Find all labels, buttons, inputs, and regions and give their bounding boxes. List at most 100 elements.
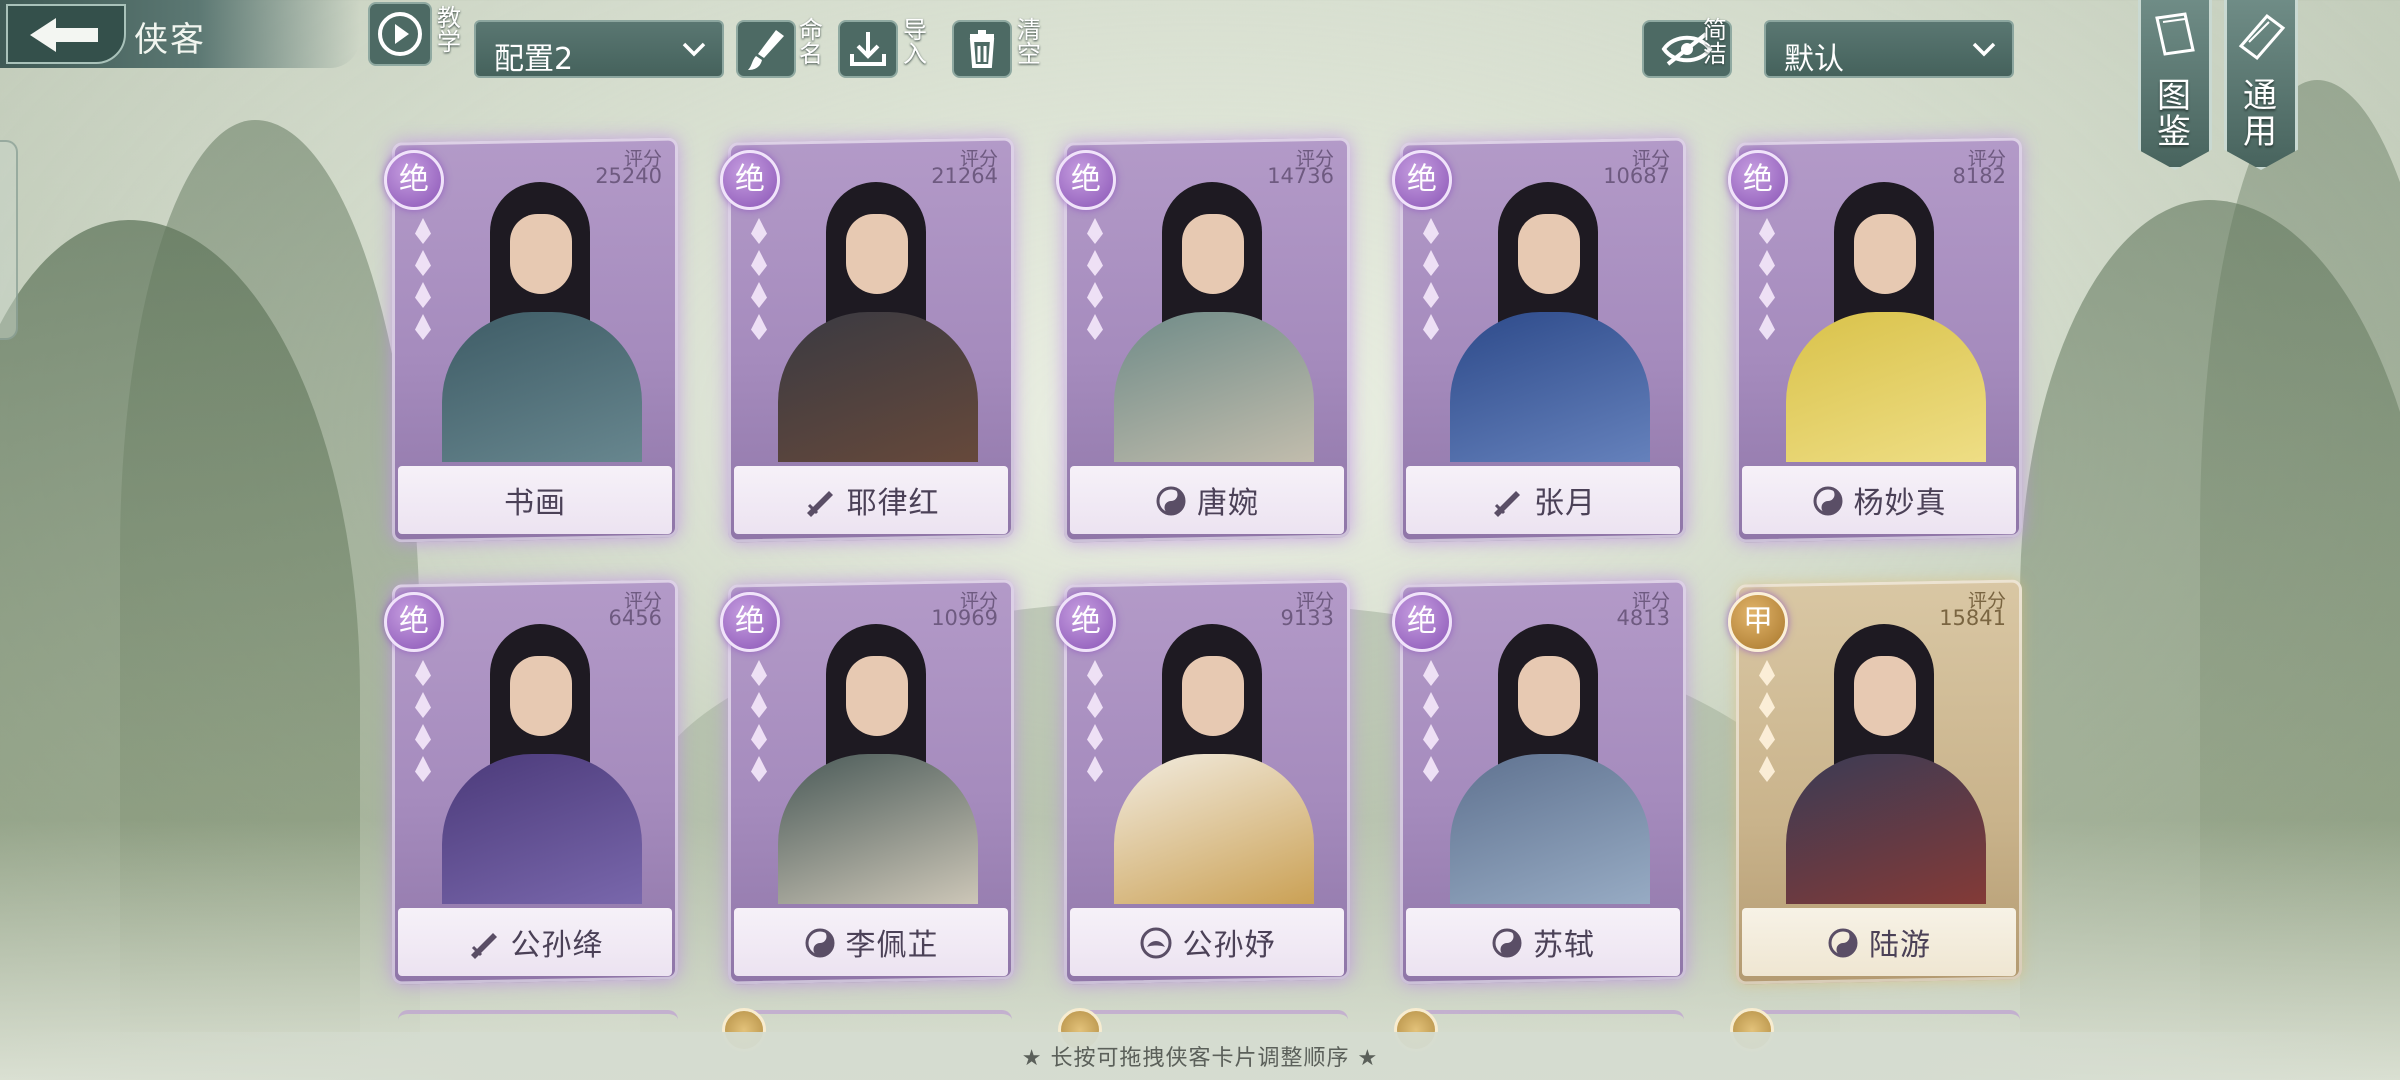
scroll-icon bbox=[2238, 13, 2286, 61]
hero-portrait bbox=[1746, 162, 2012, 462]
hero-portrait bbox=[738, 604, 1004, 904]
rank-ribbon bbox=[1418, 654, 1444, 824]
score-value: 14736 bbox=[1267, 164, 1334, 188]
sword-icon bbox=[470, 933, 497, 959]
score-value: 4813 bbox=[1616, 606, 1670, 630]
hero-name: 苏轼 bbox=[1400, 920, 1686, 964]
sword-icon bbox=[1494, 491, 1520, 517]
clear-button[interactable] bbox=[952, 20, 1012, 78]
rank-ribbon bbox=[1754, 212, 1780, 382]
lotus-icon bbox=[1140, 927, 1171, 959]
hero-card[interactable]: 绝 评分 8182 杨妙真 bbox=[1728, 137, 2022, 543]
hero-portrait bbox=[1410, 162, 1676, 462]
chevron-down-icon bbox=[682, 42, 706, 57]
drag-hint: ★ 长按可拖拽侠客卡片调整顺序 ★ bbox=[1021, 1046, 1379, 1071]
clear-label: 清空 bbox=[1017, 16, 1041, 68]
codex-tab[interactable]: 图鉴 bbox=[2138, 0, 2212, 170]
general-tab[interactable]: 通用 bbox=[2224, 0, 2298, 170]
hero-portrait bbox=[1746, 604, 2012, 904]
codex-label: 图鉴 bbox=[2157, 76, 2193, 152]
yin-yang-icon bbox=[805, 928, 834, 958]
hero-card[interactable]: 绝 评分 4813 苏轼 bbox=[1392, 579, 1686, 985]
config-select-value: 配置2 bbox=[494, 42, 574, 77]
hero-name: 陆游 bbox=[1736, 920, 2022, 964]
left-edge-handle[interactable] bbox=[0, 140, 18, 340]
download-icon bbox=[850, 32, 886, 66]
rank-badge: 绝 bbox=[384, 150, 444, 210]
yin-yang-icon bbox=[1156, 486, 1186, 516]
rank-ribbon bbox=[1418, 212, 1444, 382]
rank-ribbon bbox=[410, 654, 436, 824]
play-icon bbox=[378, 12, 422, 56]
score-value: 25240 bbox=[595, 164, 662, 188]
tutorial-label: 教学 bbox=[437, 4, 461, 56]
hero-name-text: 耶律红 bbox=[846, 486, 940, 521]
brush-icon bbox=[748, 30, 784, 70]
hero-name: 公孙妤 bbox=[1064, 920, 1350, 964]
rank-ribbon bbox=[746, 212, 772, 382]
rename-button[interactable] bbox=[736, 20, 796, 78]
simple-mode-label: 简洁 bbox=[1703, 16, 1727, 68]
score-value: 8182 bbox=[1952, 164, 2006, 188]
rank-ribbon bbox=[1082, 212, 1108, 382]
chevron-down-icon bbox=[1972, 42, 1996, 57]
hero-name: 唐婉 bbox=[1064, 478, 1350, 522]
hero-portrait bbox=[1410, 604, 1676, 904]
rank-badge: 绝 bbox=[1728, 150, 1788, 210]
score-value: 9133 bbox=[1280, 606, 1334, 630]
hero-name-text: 书画 bbox=[504, 486, 566, 521]
rank-badge: 甲 bbox=[1728, 592, 1788, 652]
hero-card[interactable]: 绝 评分 14736 唐婉 bbox=[1056, 137, 1350, 543]
hero-name: 耶律红 bbox=[728, 478, 1014, 522]
tutorial-button[interactable] bbox=[368, 2, 432, 66]
rank-ribbon bbox=[746, 654, 772, 824]
rank-badge: 绝 bbox=[720, 592, 780, 652]
hero-card[interactable]: 绝 评分 6456 公孙绛 bbox=[384, 579, 678, 985]
score-value: 15841 bbox=[1939, 606, 2006, 630]
hero-name-text: 苏轼 bbox=[1533, 928, 1595, 963]
back-arrow-icon bbox=[30, 18, 98, 52]
back-button[interactable] bbox=[6, 4, 126, 64]
hero-card[interactable]: 甲 评分 15841 陆游 bbox=[1728, 579, 2022, 985]
page-title: 侠客 bbox=[134, 20, 206, 60]
score-value: 21264 bbox=[931, 164, 998, 188]
rank-ribbon bbox=[1082, 654, 1108, 824]
hero-name-text: 张月 bbox=[1534, 486, 1596, 521]
general-label: 通用 bbox=[2243, 76, 2279, 152]
import-button[interactable] bbox=[838, 20, 898, 78]
hero-portrait bbox=[1074, 162, 1340, 462]
score-value: 10969 bbox=[931, 606, 998, 630]
rank-badge: 绝 bbox=[720, 150, 780, 210]
rank-ribbon bbox=[1754, 654, 1780, 824]
rank-badge: 绝 bbox=[1392, 592, 1452, 652]
hero-name: 杨妙真 bbox=[1736, 478, 2022, 522]
rename-label: 命名 bbox=[799, 16, 823, 68]
hero-card[interactable]: 绝 评分 25240 书画 bbox=[384, 137, 678, 543]
hero-card[interactable]: 绝 评分 21264 耶律红 bbox=[720, 137, 1014, 543]
hero-name-text: 公孙绛 bbox=[510, 928, 604, 963]
hero-name-text: 唐婉 bbox=[1197, 486, 1259, 521]
hero-portrait bbox=[738, 162, 1004, 462]
hero-portrait bbox=[402, 604, 668, 904]
sort-select[interactable]: 默认 bbox=[1764, 20, 2014, 78]
yin-yang-icon bbox=[1492, 928, 1522, 958]
book-icon bbox=[2155, 12, 2195, 56]
hero-name-text: 杨妙真 bbox=[1853, 486, 1947, 521]
hero-name-text: 公孙妤 bbox=[1182, 928, 1276, 963]
score-value: 10687 bbox=[1603, 164, 1670, 188]
hero-card[interactable]: 绝 评分 10969 李佩芷 bbox=[720, 579, 1014, 985]
trash-icon bbox=[969, 30, 995, 68]
hero-card[interactable]: 绝 评分 9133 公孙妤 bbox=[1056, 579, 1350, 985]
rank-ribbon bbox=[410, 212, 436, 382]
config-select[interactable]: 配置2 bbox=[474, 20, 724, 78]
import-label: 导入 bbox=[903, 16, 927, 68]
hero-card[interactable]: 绝 评分 10687 张月 bbox=[1392, 137, 1686, 543]
hero-name-text: 陆游 bbox=[1869, 928, 1931, 963]
rank-badge: 绝 bbox=[1392, 150, 1452, 210]
top-bar: 侠客 教学 配置2 命名 导入 清空 简洁 默认 图鉴 通用 bbox=[0, 0, 2400, 170]
hero-name: 公孙绛 bbox=[392, 920, 678, 964]
rank-badge: 绝 bbox=[1056, 150, 1116, 210]
score-value: 6456 bbox=[608, 606, 662, 630]
rank-badge: 绝 bbox=[384, 592, 444, 652]
hero-name: 张月 bbox=[1400, 478, 1686, 522]
